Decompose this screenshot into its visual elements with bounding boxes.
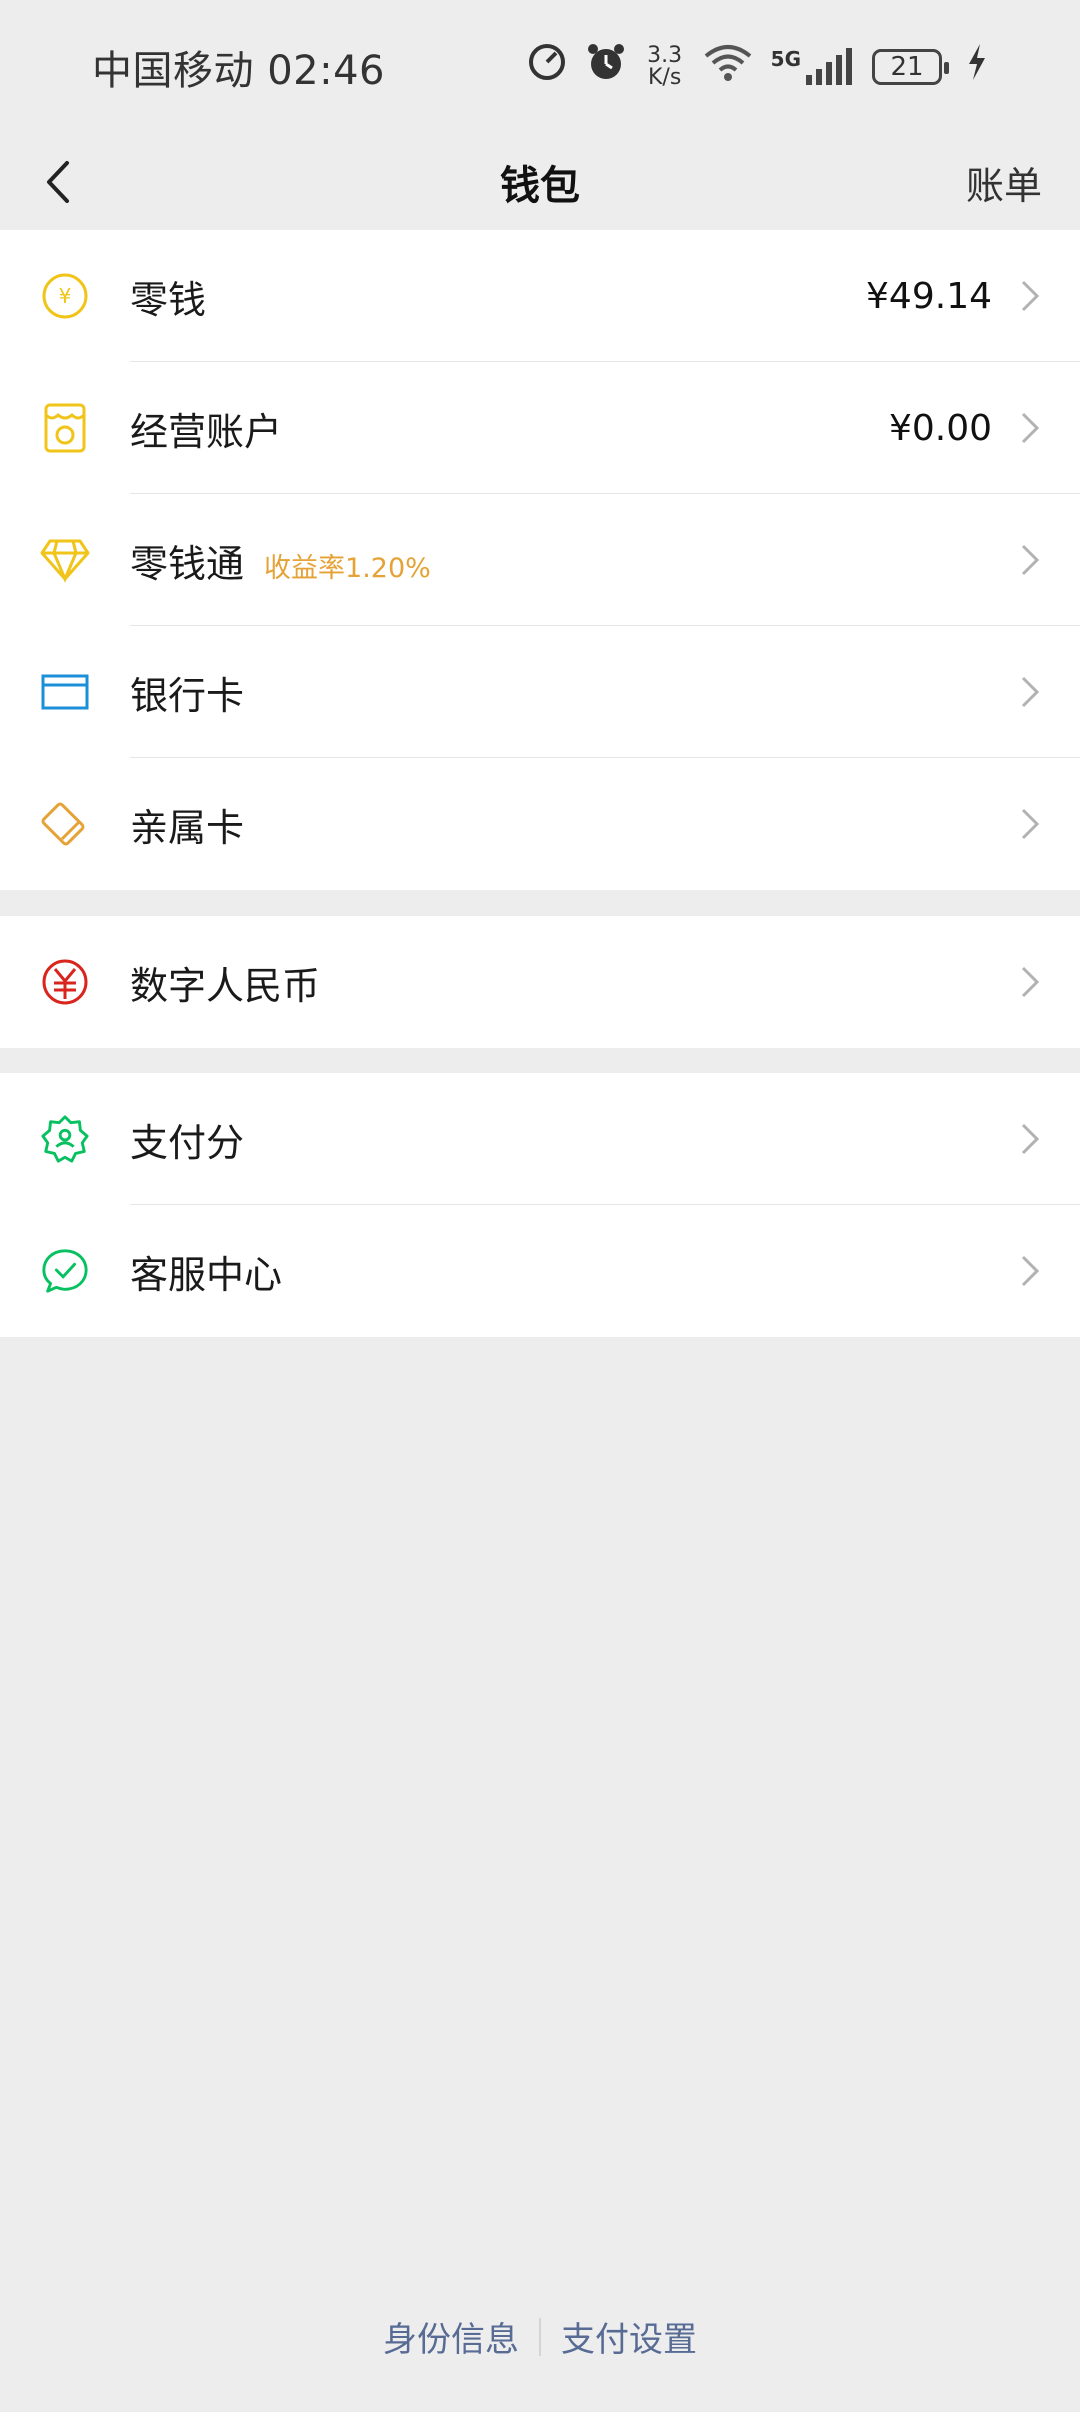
charging-icon [966, 42, 988, 92]
wallet-group-digital: 数字人民币 [0, 916, 1080, 1048]
customer-service-icon [40, 1246, 90, 1296]
chevron-right-icon [1021, 280, 1040, 312]
alarm-icon [585, 41, 627, 93]
bank-card-icon [40, 667, 90, 717]
payment-score-icon [40, 1114, 90, 1164]
chevron-right-icon [1021, 412, 1040, 444]
row-customer-service[interactable]: 客服中心 [0, 1205, 1080, 1337]
row-family-card[interactable]: 亲属卡 [0, 758, 1080, 890]
chevron-right-icon [1021, 1123, 1040, 1155]
signal-5g-icon: 5G [771, 47, 854, 87]
chevron-right-icon [1021, 808, 1040, 840]
row-digital-rmb[interactable]: 数字人民币 [0, 916, 1080, 1048]
row-label: 零钱通 收益率1.20% [130, 541, 431, 586]
row-label: 支付分 [130, 1120, 245, 1165]
bill-button[interactable]: 账单 [966, 155, 1042, 210]
row-lingqiantong[interactable]: 零钱通 收益率1.20% [0, 494, 1080, 626]
row-business-account[interactable]: 经营账户 ¥0.00 [0, 362, 1080, 494]
row-label: 亲属卡 [130, 805, 245, 850]
row-label: 银行卡 [130, 673, 245, 718]
row-label: 经营账户 [130, 409, 283, 454]
chevron-right-icon [1021, 544, 1040, 576]
digital-rmb-icon [40, 957, 90, 1007]
diamond-icon [40, 535, 90, 585]
wallet-group-services: 支付分 客服中心 [0, 1073, 1080, 1337]
payment-settings-link[interactable]: 支付设置 [561, 2312, 697, 2361]
row-label: 零钱 [130, 277, 207, 322]
yuan-coin-icon: ¥ [40, 271, 90, 321]
identity-info-link[interactable]: 身份信息 [383, 2312, 519, 2361]
row-label: 数字人民币 [130, 963, 321, 1008]
carrier-time: 中国移动 02:46 [92, 48, 385, 94]
row-label: 客服中心 [130, 1252, 283, 1297]
yield-rate-tag: 收益率1.20% [264, 552, 431, 584]
svg-text:¥: ¥ [59, 284, 72, 308]
row-change[interactable]: ¥ 零钱 ¥49.14 [0, 230, 1080, 362]
business-account-icon [40, 403, 90, 453]
wallet-group-main: ¥ 零钱 ¥49.14 经营账户 ¥0.00 零钱通收益率1.20% 银行卡 [0, 230, 1080, 890]
chevron-right-icon [1021, 1255, 1040, 1287]
page-title: 钱包 [500, 163, 580, 209]
net-speed: 3.3 K/s [647, 43, 683, 90]
nav-bar: 钱包 账单 [0, 134, 1080, 230]
status-bar: 中国移动 02:46 3.3 K/s 5G 21 [0, 0, 1080, 134]
row-payment-score[interactable]: 支付分 [0, 1073, 1080, 1205]
row-bank-card[interactable]: 银行卡 [0, 626, 1080, 758]
business-balance: ¥0.00 [888, 407, 992, 449]
divider [539, 2317, 541, 2356]
battery-indicator: 21 [872, 49, 949, 85]
change-balance: ¥49.14 [866, 275, 992, 317]
chevron-right-icon [1021, 966, 1040, 998]
chevron-right-icon [1021, 676, 1040, 708]
wifi-icon [703, 42, 753, 92]
speedometer-icon [527, 42, 567, 92]
footer-links: 身份信息 支付设置 [0, 2312, 1080, 2361]
family-card-icon [40, 799, 90, 849]
